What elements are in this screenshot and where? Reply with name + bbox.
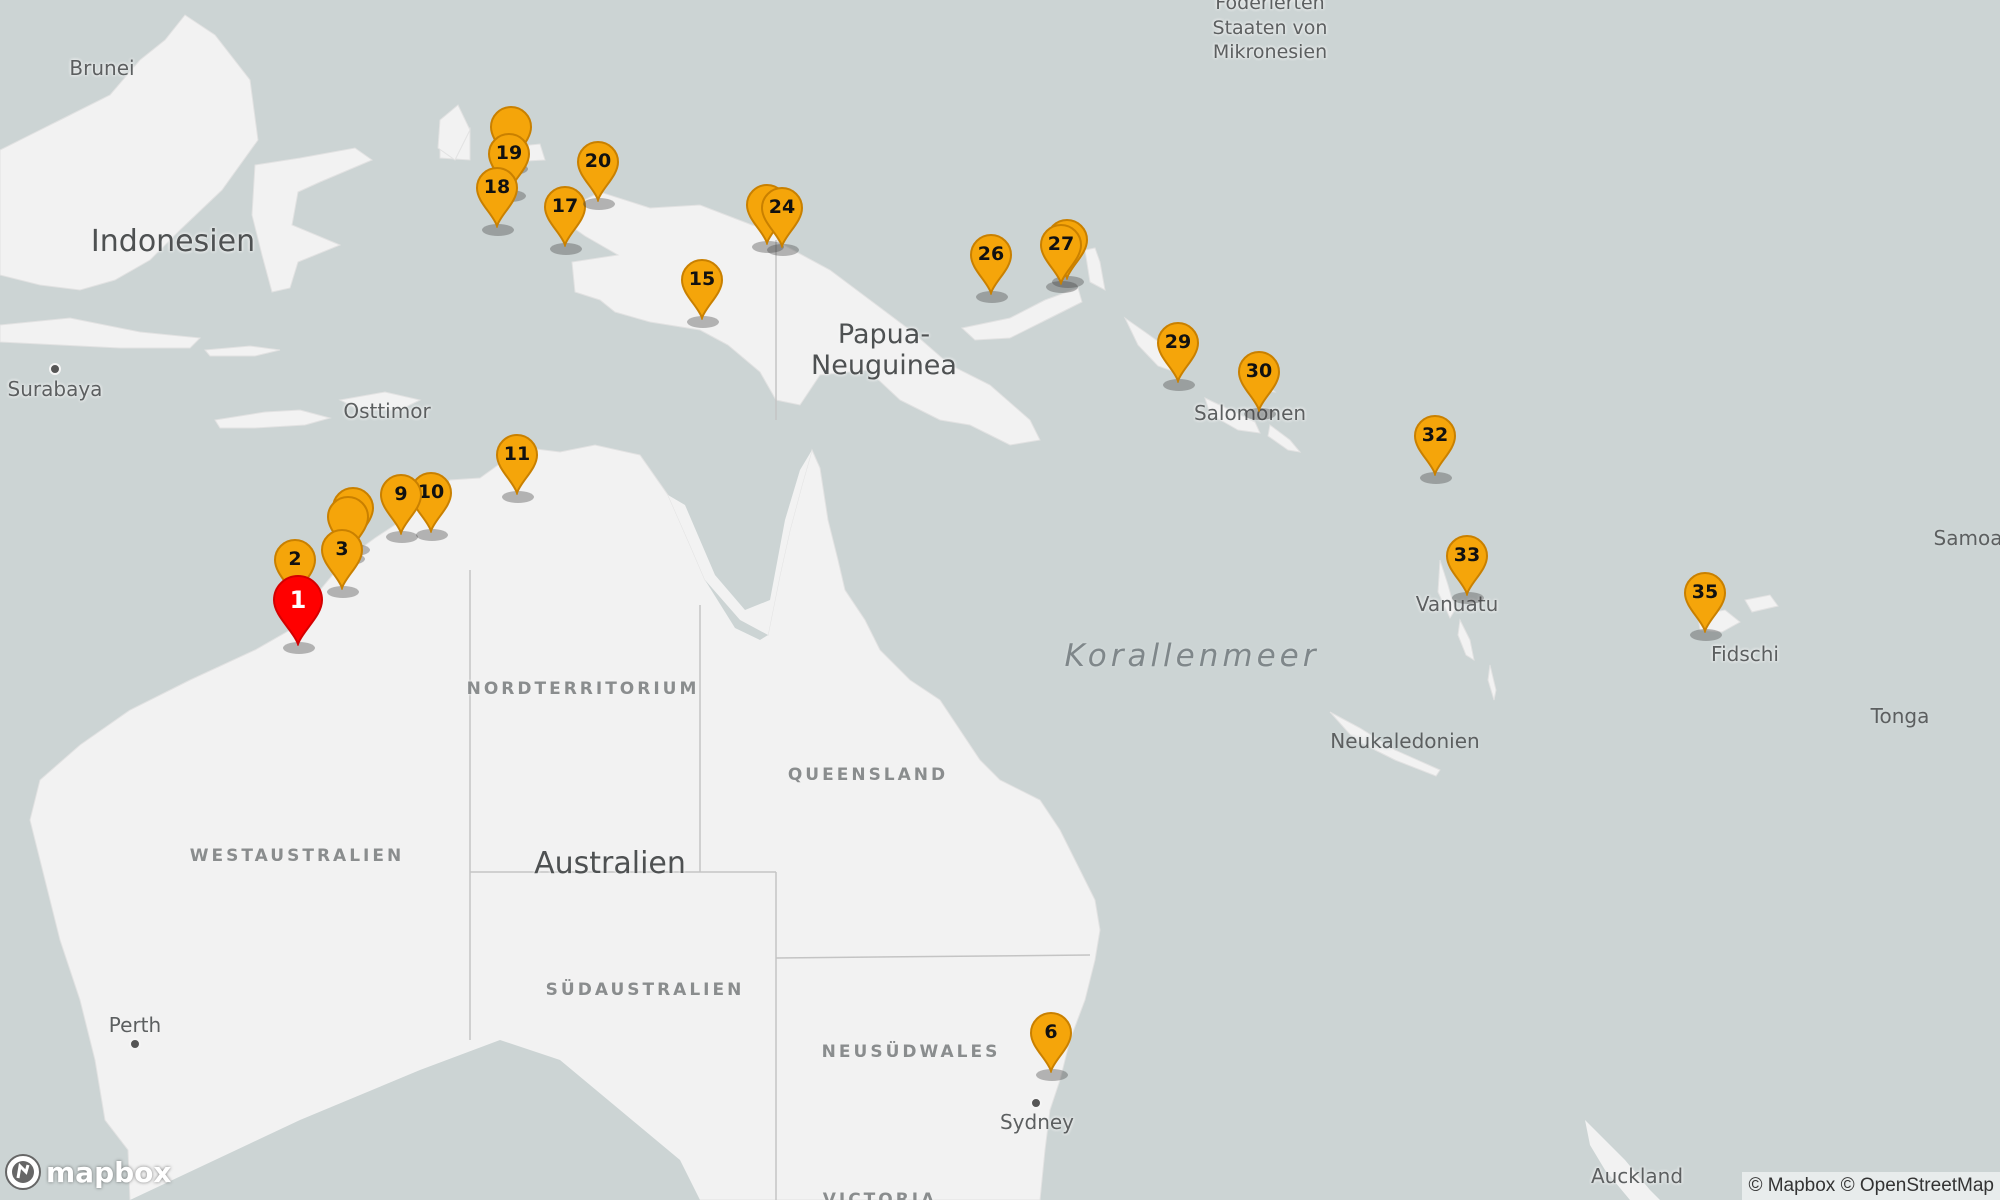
label-south-australia: SÜDAUSTRALIEN (545, 980, 745, 1000)
label-tonga: Tonga (1870, 704, 1930, 728)
label-brunei: Brunei (69, 56, 135, 80)
label-coral-sea: Korallenmeer (1064, 638, 1320, 674)
label-sydney: Sydney (999, 1110, 1075, 1134)
label-indonesia: Indonesien (90, 223, 256, 259)
map-marker-label: 27 (1047, 233, 1075, 255)
map-marker-label: 11 (503, 443, 531, 465)
map-marker-label: 18 (483, 176, 511, 198)
map-marker[interactable]: 33 (1444, 534, 1490, 604)
map-marker[interactable]: 26 (968, 233, 1014, 303)
map-marker-label: 35 (1691, 581, 1719, 603)
city-dot-perth (129, 1038, 141, 1050)
map-attribution[interactable]: © Mapbox © OpenStreetMap (1742, 1172, 2000, 1200)
map-marker-label: 24 (768, 196, 796, 218)
label-australia: Australien (534, 845, 686, 881)
map-marker[interactable]: 30 (1236, 350, 1282, 420)
map-marker[interactable]: 29 (1155, 321, 1201, 391)
map-marker-label: 29 (1164, 331, 1192, 353)
label-papua-new-guinea: Papua- Neuguinea (811, 318, 957, 381)
mapbox-logo-icon (5, 1154, 41, 1190)
map-marker-label: 19 (495, 142, 523, 164)
city-dot-sydney (1030, 1097, 1042, 1109)
label-victoria: VICTORIA (822, 1190, 938, 1200)
label-osttimor: Osttimor (343, 399, 431, 423)
map-marker[interactable]: 6 (1028, 1011, 1074, 1081)
map-marker-label: 30 (1245, 360, 1273, 382)
map-marker-label: 6 (1044, 1021, 1058, 1043)
mapbox-logo[interactable]: mapbox (4, 1152, 171, 1192)
label-samoa: Samoa (1933, 526, 2000, 550)
label-northern-territory: NORDTERRITORIUM (466, 679, 700, 699)
map-marker[interactable]: 9 (378, 473, 424, 543)
label-perth: Perth (108, 1013, 162, 1037)
map-marker[interactable]: 35 (1682, 571, 1728, 641)
map-marker[interactable]: 15 (679, 258, 725, 328)
map-marker-label: 26 (977, 243, 1005, 265)
label-new-south-wales: NEUSÜDWALES (821, 1042, 1001, 1062)
map-canvas[interactable]: Brunei Indonesien Surabaya Osttimor Papu… (0, 0, 2000, 1200)
city-dot-surabaya (49, 363, 61, 375)
label-western-australia: WESTAUSTRALIEN (189, 846, 405, 866)
map-marker-label: 32 (1421, 424, 1449, 446)
map-marker[interactable]: 3 (319, 528, 365, 598)
map-marker[interactable]: 11 (494, 433, 540, 503)
map-marker-label: 9 (394, 483, 408, 505)
map-marker-label: 3 (335, 538, 349, 560)
map-marker[interactable]: 32 (1412, 414, 1458, 484)
map-marker-label: 15 (688, 268, 716, 290)
label-new-caledonia: Neukaledonien (1330, 729, 1480, 753)
map-marker[interactable]: 20 (575, 140, 621, 210)
label-queensland: QUEENSLAND (787, 765, 949, 785)
map-marker-label: 20 (584, 150, 612, 172)
map-marker-label: 1 (289, 586, 307, 614)
mapbox-logo-text: mapbox (46, 1155, 172, 1189)
label-fiji: Fidschi (1711, 642, 1779, 666)
map-marker[interactable]: 18 (474, 166, 520, 236)
label-auckland: Auckland (1590, 1164, 1684, 1188)
map-marker-label: 33 (1453, 544, 1481, 566)
label-surabaya: Surabaya (7, 377, 103, 401)
map-marker[interactable]: 27 (1038, 223, 1084, 293)
label-micronesia: Föderierten Staaten von Mikronesien (1212, 0, 1328, 64)
map-marker[interactable]: 24 (759, 186, 805, 256)
map-marker-label: 2 (288, 548, 302, 570)
map-marker-active[interactable]: 1 (271, 574, 325, 654)
